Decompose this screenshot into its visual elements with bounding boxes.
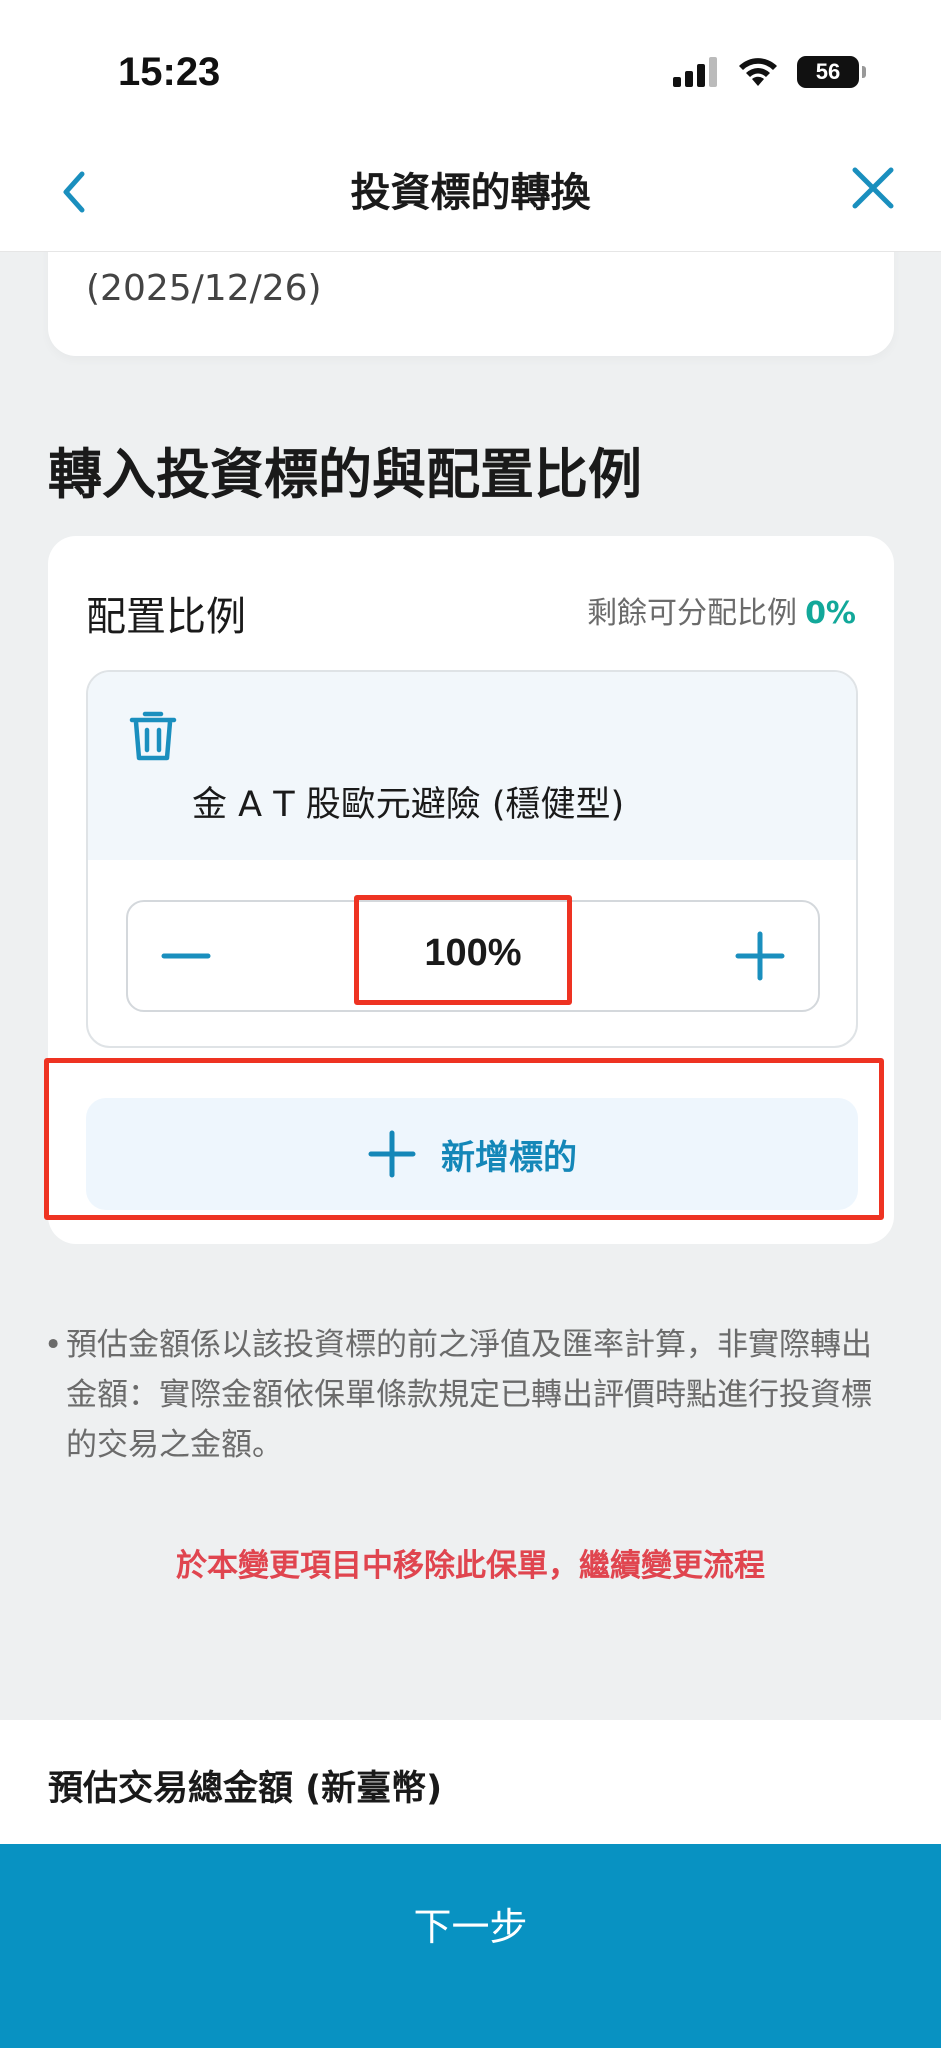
close-button[interactable] xyxy=(843,158,903,218)
remaining-allocation: 剩餘可分配比例 0% xyxy=(587,588,856,632)
battery-icon: 56 xyxy=(797,56,866,88)
total-amount-label: 預估交易總金額 (新臺幣) xyxy=(48,1769,443,1809)
bullet-icon: • xyxy=(44,1327,63,1363)
disclaimer-note: • 預估金額係以該投資標的前之淨值及匯率計算，非實際轉出金額：實際金額依保單條款規… xyxy=(40,1320,900,1470)
add-fund-button[interactable]: 新增標的 xyxy=(86,1098,858,1210)
wifi-icon xyxy=(739,58,777,86)
page-title: 投資標的轉換 xyxy=(350,170,591,216)
trash-icon xyxy=(129,711,177,761)
signal-icon xyxy=(673,57,717,87)
status-time: 15:23 xyxy=(118,50,221,94)
status-icons: 56 xyxy=(673,56,866,88)
remaining-label: 剩餘可分配比例 xyxy=(587,596,798,631)
remove-policy-link[interactable]: 於本變更項目中移除此保單，繼續變更流程 xyxy=(0,1540,941,1585)
percent-value[interactable]: 100% xyxy=(128,932,818,975)
status-bar: 15:23 56 xyxy=(0,0,941,130)
section-title: 轉入投資標的與配置比例 xyxy=(48,443,642,506)
percent-stepper: 100% xyxy=(126,900,820,1012)
next-button[interactable]: 下一步 xyxy=(0,1844,941,2048)
battery-level: 56 xyxy=(815,59,841,84)
fund-name: 金 A T 股歐元避險 (穩健型) xyxy=(192,785,625,825)
add-fund-label: 新增標的 xyxy=(441,1137,577,1178)
fund-item: 金 A T 股歐元避險 (穩健型) 100% xyxy=(86,670,858,1048)
allocation-card: 配置比例 剩餘可分配比例 0% 金 A T 股歐元避險 (穩健型) 100% 新… xyxy=(48,536,894,1244)
remaining-value: 0% xyxy=(805,596,856,631)
increase-button[interactable] xyxy=(732,928,788,984)
disclaimer-text: 預估金額係以該投資標的前之淨值及匯率計算，非實際轉出金額：實際金額依保單條款規定… xyxy=(66,1327,872,1463)
total-amount-bar: 預估交易總金額 (新臺幣) xyxy=(0,1720,941,1844)
plus-icon xyxy=(368,1130,416,1178)
close-icon xyxy=(852,167,894,209)
valuation-date: (2025/12/26) xyxy=(86,268,322,309)
next-button-label: 下一步 xyxy=(413,1905,528,1949)
delete-fund-button[interactable] xyxy=(126,708,180,764)
plus-icon xyxy=(735,931,785,981)
nav-bar: 投資標的轉換 xyxy=(0,130,941,252)
fund-header: 金 A T 股歐元避險 (穩健型) xyxy=(88,672,856,860)
allocation-label: 配置比例 xyxy=(86,594,246,640)
